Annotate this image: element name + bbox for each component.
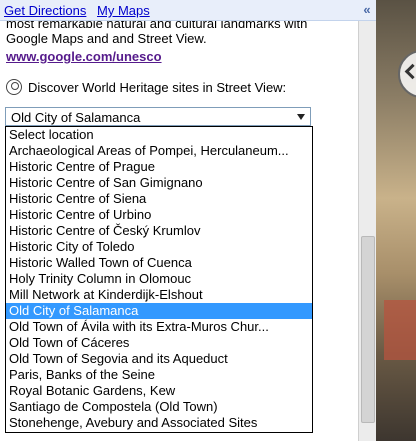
location-select[interactable]: Old City of Salamanca	[5, 107, 311, 126]
top-toolbar: Get Directions My Maps	[0, 0, 376, 21]
panel-scrollbar[interactable]	[358, 21, 376, 441]
dropdown-option[interactable]: Old Town of Ávila with its Extra-Muros C…	[6, 319, 312, 335]
dropdown-option[interactable]: Historic City of Toledo	[6, 239, 312, 255]
dropdown-option[interactable]: Historic Centre of Siena	[6, 191, 312, 207]
dropdown-option[interactable]: Stonehenge, Avebury and Associated Sites	[6, 415, 312, 431]
streetview-label: Discover World Heritage sites in Street …	[28, 79, 287, 95]
dropdown-option[interactable]: Santiago de Compostela (Old Town)	[6, 399, 312, 415]
dropdown-option[interactable]: Royal Botanic Gardens, Kew	[6, 383, 312, 399]
dropdown-option[interactable]: Select location	[6, 127, 312, 143]
dropdown-option[interactable]: Historic Centre of Český Krumlov	[6, 223, 312, 239]
dropdown-option[interactable]: Historic Centre of San Gimignano	[6, 175, 312, 191]
dropdown-option[interactable]: Mill Network at Kinderdijk-Elshout	[6, 287, 312, 303]
dropdown-option[interactable]: Historic Walled Town of Cuenca	[6, 255, 312, 271]
dropdown-option[interactable]: Paris, Banks of the Seine	[6, 367, 312, 383]
chevron-left-icon	[404, 63, 416, 80]
unesco-link[interactable]: www.google.com/unesco	[6, 49, 162, 64]
streetview-heading: Discover World Heritage sites in Street …	[6, 78, 286, 96]
dropdown-option-selected[interactable]: Old City of Salamanca	[6, 303, 312, 319]
dropdown-option[interactable]: Historic Centre of Prague	[6, 159, 312, 175]
dropdown-option[interactable]: Archaeological Areas of Pompei, Herculan…	[6, 143, 312, 159]
collapse-panel-button[interactable]: «	[358, 0, 376, 20]
streetview-map[interactable]	[376, 0, 416, 441]
dropdown-option[interactable]: Holy Trinity Column in Olomouc	[6, 271, 312, 287]
dropdown-option[interactable]: Old Town of Cáceres	[6, 335, 312, 351]
scrollbar-thumb[interactable]	[361, 236, 375, 423]
intro-text: most remarkable natural and cultural lan…	[6, 21, 308, 46]
get-directions-link[interactable]: Get Directions	[4, 3, 86, 18]
dropdown-option[interactable]: Old Town of Segovia and its Aqueduct	[6, 351, 312, 367]
map-scenery	[384, 300, 416, 360]
location-select-value: Old City of Salamanca	[11, 110, 141, 125]
dropdown-option[interactable]: Historic Centre of Urbino	[6, 207, 312, 223]
pan-control-icon[interactable]	[398, 50, 416, 98]
chevron-down-icon[interactable]	[297, 114, 305, 120]
streetview-icon	[6, 79, 22, 95]
my-maps-link[interactable]: My Maps	[97, 3, 150, 18]
location-dropdown-list[interactable]: Select location Archaeological Areas of …	[5, 126, 313, 433]
